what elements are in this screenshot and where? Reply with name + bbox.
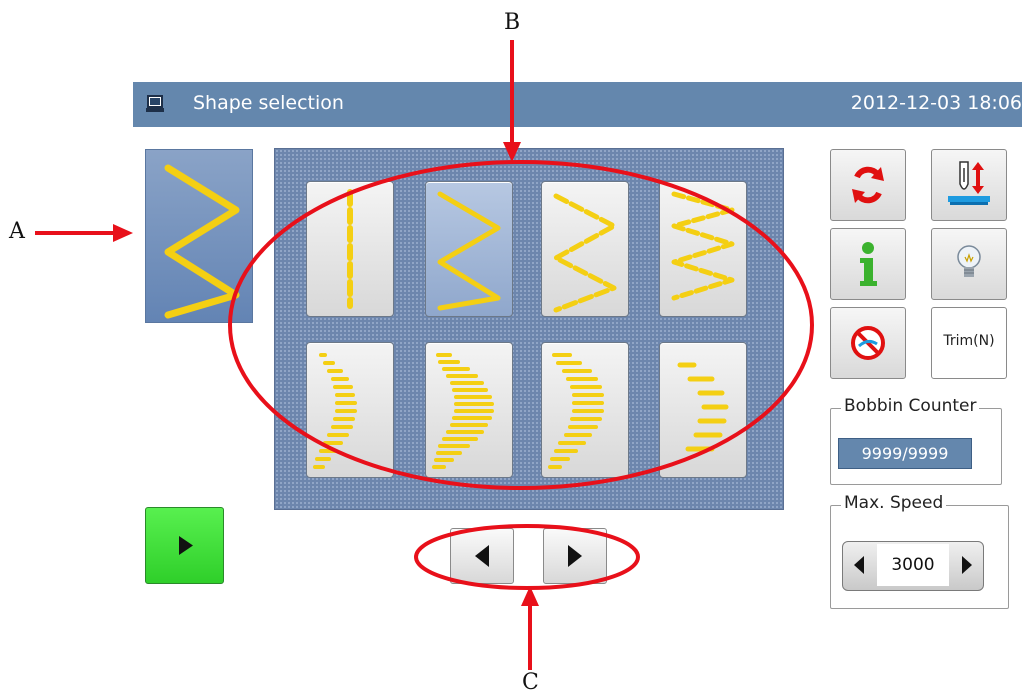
shape-button-double-zigzag-dashed[interactable] xyxy=(659,181,747,317)
light-button[interactable] xyxy=(931,228,1007,300)
title-bar: Shape selection 2012-12-03 18:06 xyxy=(133,82,1022,127)
needle-up-down-button[interactable] xyxy=(931,149,1007,221)
next-page-button[interactable] xyxy=(543,528,607,584)
cycle-arrows-icon xyxy=(852,166,884,204)
play-icon xyxy=(179,536,193,555)
annotation-label-b: B xyxy=(504,10,521,35)
straight-dashed-stitch-icon xyxy=(347,189,353,309)
bobbin-counter-group: Bobbin Counter 9999/9999 xyxy=(830,396,1002,485)
shape-button-straight-dashed[interactable] xyxy=(306,181,394,317)
monitor-icon xyxy=(146,95,164,112)
trim-label: Trim(N) xyxy=(943,333,995,349)
light-bulb-icon xyxy=(957,245,981,277)
shape-grid-panel xyxy=(274,148,784,510)
info-icon xyxy=(860,242,877,286)
shape-button-staggered-bars[interactable] xyxy=(659,342,747,478)
annotation-label-c: C xyxy=(522,670,539,695)
prev-page-button[interactable] xyxy=(450,528,514,584)
shape-button-crescent-sparse[interactable] xyxy=(541,342,629,478)
triangle-right-icon xyxy=(962,556,972,574)
zigzag-dashed-stitch-icon xyxy=(553,193,617,313)
datetime-display: 2012-12-03 18:06 xyxy=(850,92,1022,114)
page-title: Shape selection xyxy=(193,92,344,114)
selected-shape-preview xyxy=(145,149,253,323)
double-zigzag-dashed-stitch-icon xyxy=(671,191,735,301)
triangle-left-icon xyxy=(475,545,489,567)
crescent-sparse-stitch-icon xyxy=(548,353,604,469)
speed-decrease-button[interactable] xyxy=(843,542,875,588)
annotation-label-a: A xyxy=(9,219,25,244)
speed-increase-button[interactable] xyxy=(951,542,983,588)
triangle-left-icon xyxy=(854,556,864,574)
triangle-right-icon xyxy=(568,545,582,567)
shape-button-zigzag-dashed[interactable] xyxy=(541,181,629,317)
needle-up-down-icon xyxy=(948,161,990,205)
cycle-button[interactable] xyxy=(830,149,906,221)
crescent-large-stitch-icon xyxy=(432,353,494,469)
speed-value: 3000 xyxy=(877,544,949,586)
bobbin-counter-title: Bobbin Counter xyxy=(841,396,980,416)
max-speed-title: Max. Speed xyxy=(841,493,947,513)
no-thread-button[interactable] xyxy=(830,307,906,379)
trim-button[interactable]: Trim(N) xyxy=(931,307,1007,379)
shape-button-zigzag[interactable] xyxy=(425,181,513,317)
max-speed-group: Max. Speed 3000 xyxy=(830,493,1009,609)
bobbin-counter-value[interactable]: 9999/9999 xyxy=(838,438,972,469)
zigzag-stitch-icon xyxy=(437,191,501,311)
zigzag-preview-icon xyxy=(164,164,240,319)
no-thread-icon xyxy=(851,326,885,360)
start-button[interactable] xyxy=(145,507,224,584)
info-button[interactable] xyxy=(830,228,906,300)
shape-button-crescent-small[interactable] xyxy=(306,342,394,478)
staggered-bars-stitch-icon xyxy=(677,362,729,452)
crescent-small-stitch-icon xyxy=(313,353,357,469)
shape-button-crescent-large[interactable] xyxy=(425,342,513,478)
speed-stepper: 3000 xyxy=(842,541,984,591)
